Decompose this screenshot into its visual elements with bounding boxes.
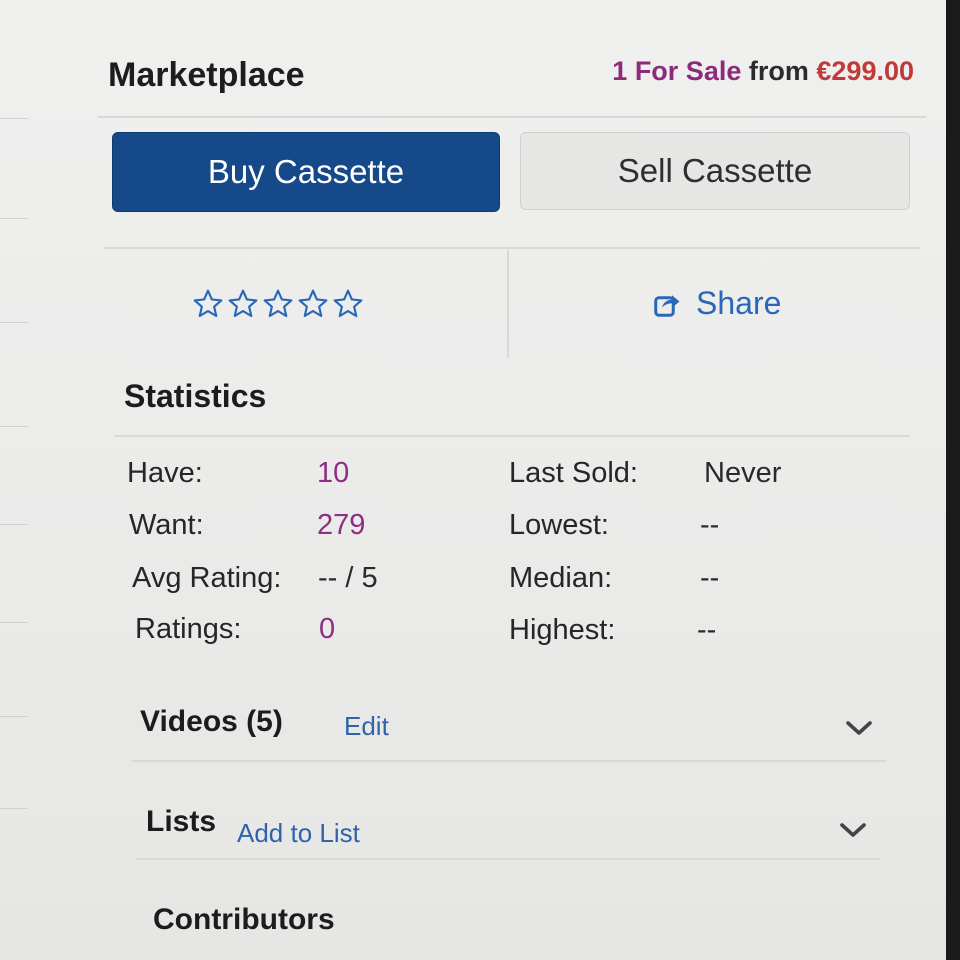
stat-label-median: Median: bbox=[509, 562, 613, 594]
stat-label-last-sold: Last Sold: bbox=[509, 457, 638, 489]
stat-value-avg-rating: -- / 5 bbox=[318, 562, 378, 594]
gutter-line bbox=[0, 322, 28, 323]
divider bbox=[104, 247, 920, 249]
screen-bezel bbox=[946, 0, 960, 960]
for-sale-count[interactable]: 1 For Sale bbox=[612, 56, 741, 86]
stat-label-want: Want: bbox=[129, 509, 204, 541]
stat-label-lowest: Lowest: bbox=[509, 509, 609, 541]
statistics-title: Statistics bbox=[124, 378, 267, 414]
add-to-list-link[interactable]: Add to List bbox=[237, 818, 360, 849]
chevron-down-icon[interactable] bbox=[844, 718, 874, 738]
share-button[interactable]: Share bbox=[652, 285, 781, 322]
sell-cassette-button[interactable]: Sell Cassette bbox=[520, 132, 910, 210]
stat-value-lowest: -- bbox=[700, 509, 720, 541]
for-sale-from: from bbox=[748, 56, 809, 86]
stat-value-last-sold: Never bbox=[704, 457, 782, 489]
divider bbox=[132, 760, 886, 762]
gutter-line bbox=[0, 118, 28, 119]
stat-value-highest: -- bbox=[697, 614, 717, 646]
divider bbox=[98, 116, 926, 118]
star-outline-icon[interactable] bbox=[262, 288, 294, 320]
star-outline-icon[interactable] bbox=[192, 288, 224, 320]
contributors-title[interactable]: Contributors bbox=[153, 903, 335, 937]
share-icon bbox=[654, 294, 680, 317]
gutter-line bbox=[0, 426, 28, 427]
stat-value-median: -- bbox=[700, 562, 720, 594]
videos-title[interactable]: Videos (5) bbox=[140, 705, 283, 739]
for-sale-price: €299.00 bbox=[816, 56, 914, 86]
for-sale-summary[interactable]: 1 For Sale from €299.00 bbox=[612, 56, 914, 87]
gutter-line bbox=[0, 622, 28, 623]
share-label: Share bbox=[696, 285, 782, 321]
rating-stars[interactable] bbox=[192, 288, 364, 320]
stat-label-avg-rating: Avg Rating: bbox=[132, 562, 282, 594]
divider bbox=[136, 858, 880, 860]
gutter-line bbox=[0, 218, 28, 219]
stat-value-have[interactable]: 10 bbox=[317, 457, 349, 490]
buy-cassette-button[interactable]: Buy Cassette bbox=[112, 132, 500, 212]
lists-title[interactable]: Lists bbox=[146, 805, 216, 839]
stat-value-ratings[interactable]: 0 bbox=[319, 613, 335, 646]
marketplace-title: Marketplace bbox=[108, 56, 305, 94]
gutter-line bbox=[0, 808, 28, 809]
stat-label-have: Have: bbox=[127, 457, 203, 489]
screen: Marketplace 1 For Sale from €299.00 Buy … bbox=[0, 0, 948, 960]
star-outline-icon[interactable] bbox=[227, 288, 259, 320]
stat-label-ratings: Ratings: bbox=[135, 613, 242, 645]
star-outline-icon[interactable] bbox=[297, 288, 329, 320]
chevron-down-icon[interactable] bbox=[838, 820, 868, 840]
stat-label-highest: Highest: bbox=[509, 614, 616, 646]
videos-edit-link[interactable]: Edit bbox=[344, 711, 389, 742]
stat-value-want[interactable]: 279 bbox=[317, 509, 365, 542]
star-outline-icon[interactable] bbox=[332, 288, 364, 320]
vertical-divider bbox=[507, 250, 509, 358]
gutter-line bbox=[0, 524, 28, 525]
divider bbox=[114, 435, 910, 437]
gutter-line bbox=[0, 716, 28, 717]
